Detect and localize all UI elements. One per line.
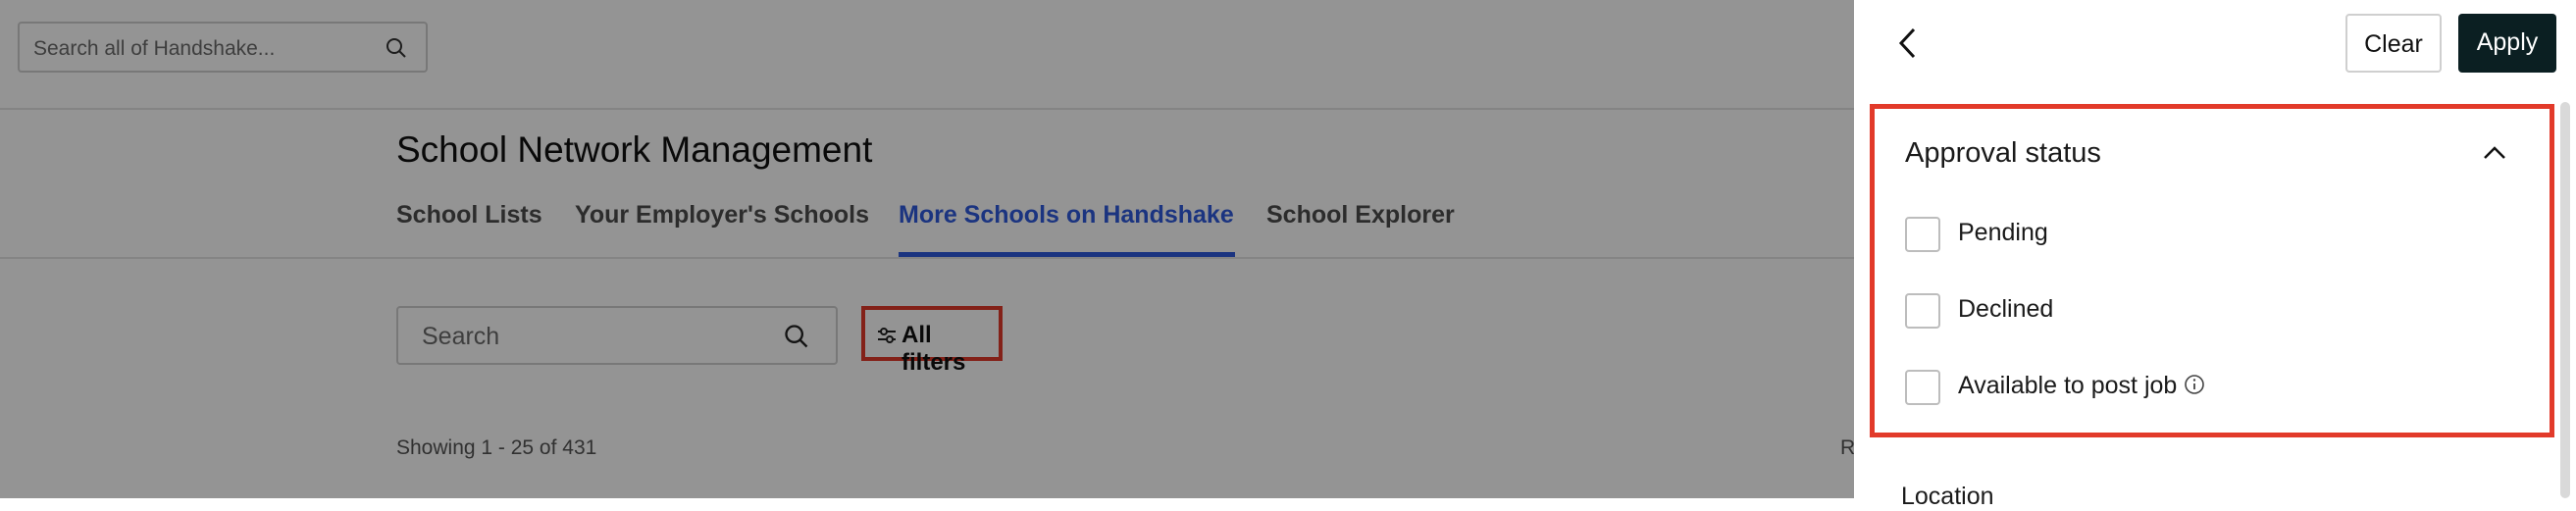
pending-checkbox[interactable] bbox=[1905, 217, 1940, 252]
option-label: Pending bbox=[1958, 219, 2048, 246]
available-to-post-job-checkbox[interactable] bbox=[1905, 370, 1940, 405]
panel-scrollbar[interactable] bbox=[2560, 102, 2570, 498]
apply-button[interactable]: Apply bbox=[2458, 14, 2556, 73]
option-label: Available to post job bbox=[1958, 372, 2178, 399]
option-pending[interactable]: Pending bbox=[1905, 217, 2494, 256]
approval-status-section: Approval status Pending Declined Availab… bbox=[1870, 104, 2554, 437]
modal-overlay[interactable] bbox=[0, 0, 1854, 498]
clear-label: Clear bbox=[2364, 30, 2423, 58]
clear-button[interactable]: Clear bbox=[2345, 14, 2442, 73]
option-label: Declined bbox=[1958, 295, 2054, 323]
declined-checkbox[interactable] bbox=[1905, 293, 1940, 329]
filters-panel: Clear Apply Approval status Pending Decl… bbox=[1854, 0, 2576, 510]
info-icon[interactable] bbox=[2184, 374, 2205, 395]
option-declined[interactable]: Declined bbox=[1905, 293, 2494, 332]
section-title[interactable]: Approval status bbox=[1905, 137, 2101, 170]
option-available-to-post-job[interactable]: Available to post job bbox=[1905, 370, 2494, 409]
location-section-title[interactable]: Location bbox=[1901, 483, 1994, 511]
chevron-left-icon[interactable] bbox=[1897, 26, 1919, 60]
apply-label: Apply bbox=[2476, 28, 2539, 56]
chevron-up-icon[interactable] bbox=[2483, 146, 2506, 160]
